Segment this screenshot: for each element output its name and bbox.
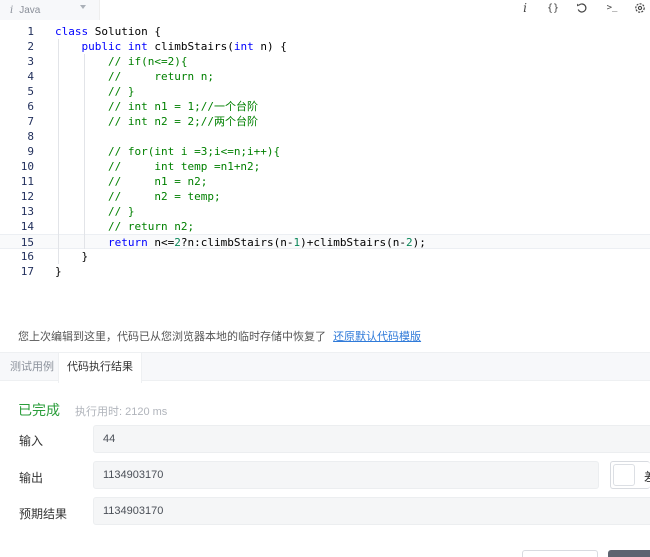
expected-value-box: 1134903170 [93,497,650,525]
restore-notice: 您上次编辑到这里，代码已从您浏览器本地的临时存储中恢复了 还原默认代码模版 [18,328,421,344]
code-line[interactable]: 8 [0,129,650,144]
line-number: 12 [20,190,34,203]
code-line[interactable]: 11 // n1 = n2; [0,174,650,189]
code-text: // n1 = n2; [107,175,208,188]
diff-button[interactable]: 差 [610,461,650,489]
restore-notice-text: 您上次编辑到这里，代码已从您浏览器本地的临时存储中恢复了 [18,331,326,343]
code-line[interactable]: 6 // int n1 = 1;//一个台阶 [0,99,650,114]
code-line[interactable]: 17} [0,264,650,279]
code-text: return n<=2?n:climbStairs(n-1)+climbStai… [107,236,426,249]
code-line[interactable]: 5 // } [0,84,650,99]
line-number: 1 [27,25,34,38]
output-value-box: 1134903170 [93,461,599,489]
bottom-primary-button[interactable] [608,550,650,557]
info-icon[interactable]: i [520,0,530,16]
code-text: } [55,265,62,278]
diff-button-label: 差 [644,468,650,485]
line-number: 3 [27,55,34,68]
line-number: 16 [20,250,34,263]
code-text: // for(int i =3;i<=n;i++){ [107,145,281,158]
line-number: 10 [20,160,34,173]
code-text: // n2 = temp; [107,190,221,203]
editor-toolbar: i Java i {} >_ [0,0,650,22]
line-number: 13 [20,205,34,218]
terminal-icon[interactable]: >_ [604,0,620,16]
code-line[interactable]: 16 } [0,249,650,264]
line-number: 7 [27,115,34,128]
line-number: 9 [27,145,34,158]
restore-default-link[interactable]: 还原默认代码模版 [333,331,421,343]
code-line[interactable]: 3 // if(n<=2){ [0,54,650,69]
code-line[interactable]: 15 return n<=2?n:climbStairs(n-1)+climbS… [0,234,650,249]
code-text: // int n2 = 2;//两个台阶 [107,115,258,128]
input-value: 44 [103,433,116,445]
bottom-secondary-button[interactable] [522,550,598,557]
code-line[interactable]: 13 // } [0,204,650,219]
language-select[interactable]: i Java [0,0,100,20]
line-number: 5 [27,85,34,98]
code-line[interactable]: 4 // return n; [0,69,650,84]
code-text: // int temp =n1+n2; [107,160,261,173]
line-number: 8 [27,130,34,143]
runtime-text: 执行用时: 2120 ms [75,406,168,418]
code-line[interactable]: 1 class Solution { [0,24,650,39]
result-tabs: 测试用例 代码执行结果 [0,352,650,383]
output-label: 输出 [19,471,44,485]
code-line[interactable]: 14 // return n2; [0,219,650,234]
line-number: 6 [27,100,34,113]
status-label: 已完成 [18,402,60,418]
line-number: 14 [20,220,34,233]
code-text: class Solution { [55,25,161,38]
code-line[interactable]: 12 // n2 = temp; [0,189,650,204]
code-editor[interactable]: 1 class Solution {2 public int climbStair… [0,22,650,315]
code-text: } [55,250,89,263]
indent-guide [84,54,85,249]
tab-testcase[interactable]: 测试用例 [2,353,62,382]
language-label: Java [19,4,41,16]
indent-guide [58,39,59,264]
code-line[interactable]: 9 // for(int i =3;i<=n;i++){ [0,144,650,159]
code-line[interactable]: 10 // int temp =n1+n2; [0,159,650,174]
code-text: // return n2; [107,220,195,233]
code-text: // if(n<=2){ [107,55,188,68]
undo-icon[interactable] [574,0,590,16]
code-text: // } [107,205,135,218]
line-number: 2 [27,40,34,53]
line-number: 4 [27,70,34,83]
input-label: 输入 [19,434,44,448]
line-number: 15 [20,236,34,249]
code-line[interactable]: 2 public int climbStairs(int n) { [0,39,650,54]
expected-value: 1134903170 [103,505,164,517]
language-info-icon: i [10,4,14,16]
line-number: 17 [20,265,34,278]
chevron-down-icon [80,5,86,9]
output-value: 1134903170 [103,469,164,481]
expected-label: 预期结果 [19,507,68,521]
line-number: 11 [20,175,34,188]
tab-run-result[interactable]: 代码执行结果 [58,353,142,383]
code-text: public int climbStairs(int n) { [81,40,287,53]
braces-icon[interactable]: {} [544,0,562,16]
input-value-box: 44 [93,425,650,453]
gear-icon[interactable] [632,0,648,16]
code-text: // } [107,85,135,98]
code-text: // return n; [107,70,214,83]
diff-checkbox[interactable] [613,464,635,486]
code-line[interactable]: 7 // int n2 = 2;//两个台阶 [0,114,650,129]
code-text: // int n1 = 1;//一个台阶 [107,100,258,113]
